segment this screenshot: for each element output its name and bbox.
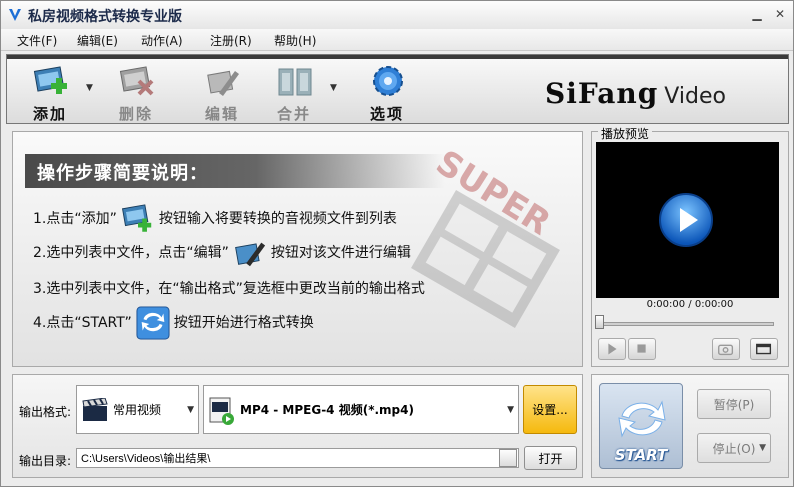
film-merge-icon [278, 68, 312, 96]
step-1: 1.点击“添加” 按钮输入将要转换的音视频文件到列表 [33, 202, 397, 236]
instructions-panel: SUPER 操作步骤简要说明： 1.点击“添加” 按钮输入将要转换的音视频文件到列… [12, 131, 583, 367]
add-label: 添加 [32, 105, 67, 123]
close-icon[interactable]: ✕ [771, 6, 789, 22]
chevron-down-icon[interactable]: ▼ [759, 443, 766, 453]
output-panel: 输出格式: 常用视频 ▼ MP4 - MPEG-4 视频(*.mp4) ▼ 设置… [12, 374, 583, 478]
play-button[interactable] [598, 338, 626, 360]
toolbar: 添加 ▼ 删除 编辑 合并 ▼ 选项 SiFang Video [6, 54, 789, 124]
step-4-text-a: 4.点击“START” [33, 315, 132, 331]
chevron-down-icon: ▼ [187, 404, 194, 415]
play-icon[interactable] [658, 192, 714, 248]
output-dir-input[interactable] [76, 448, 519, 468]
add-dropdown-icon[interactable]: ▼ [86, 83, 93, 93]
stop-button[interactable] [628, 338, 656, 360]
start-button[interactable]: START [599, 383, 683, 469]
step-3: 3.选中列表中文件，在“输出格式”复选框中更改当前的输出格式 [33, 281, 425, 297]
options-label: 选项 [369, 105, 404, 123]
format-select[interactable]: MP4 - MPEG-4 视频(*.mp4) ▼ [203, 385, 519, 434]
menu-bar: 文件(F) 编辑(E) 动作(A) 注册(R) 帮助(H) [1, 29, 793, 51]
menu-register[interactable]: 注册(R) [210, 32, 252, 49]
merge-dropdown-icon[interactable]: ▼ [330, 83, 337, 93]
open-folder-button[interactable]: 打开 [524, 446, 577, 470]
app-window: 私房视频格式转换专业版 ▁ ✕ 文件(F) 编辑(E) 动作(A) 注册(R) … [0, 0, 794, 487]
step-4-text-b: 按钮开始进行格式转换 [173, 315, 314, 331]
start-label: START [614, 446, 668, 464]
preview-panel: 播放预览 0:00:00 / 0:00:00 [591, 125, 789, 367]
step-1-text-a: 1.点击“添加” [33, 211, 117, 227]
menu-file[interactable]: 文件(F) [17, 32, 57, 49]
settings-button[interactable]: 设置... [523, 385, 577, 434]
film-delete-icon [119, 66, 154, 96]
film-add-icon [121, 204, 152, 232]
preview-label: 播放预览 [598, 125, 653, 142]
output-dir-label: 输出目录: [19, 454, 72, 468]
clapboard-icon [82, 398, 108, 421]
menu-action[interactable]: 动作(A) [141, 32, 183, 49]
title-bar: 私房视频格式转换专业版 ▁ ✕ [1, 1, 793, 29]
seek-thumb[interactable] [595, 315, 604, 329]
browse-folder-button[interactable] [499, 449, 517, 467]
video-screen[interactable] [596, 142, 779, 298]
film-add-icon [33, 66, 67, 94]
edit-pen-icon [234, 242, 265, 267]
control-panel: START 暂停(P) 停止(O) ▼ [591, 374, 789, 478]
step-1-text-b: 按钮输入将要转换的音视频文件到列表 [158, 211, 397, 227]
pause-button[interactable]: 暂停(P) [697, 389, 771, 419]
edit-pen-icon [207, 70, 239, 96]
fullscreen-button[interactable] [750, 338, 778, 360]
time-readout: 0:00:00 / 0:00:00 [646, 299, 734, 310]
delete-button[interactable]: 删除 [101, 63, 171, 123]
play-small-icon [608, 343, 617, 355]
add-button[interactable]: 添加 [15, 63, 85, 123]
step-2-text-b: 按钮对该文件进行编辑 [270, 245, 411, 261]
snapshot-button[interactable] [712, 338, 740, 360]
seek-bar[interactable] [598, 322, 774, 326]
window-title: 私房视频格式转换专业版 [28, 9, 182, 25]
minimize-icon[interactable]: ▁ [748, 6, 766, 22]
chevron-down-icon: ▼ [507, 404, 514, 415]
category-value: 常用视频 [113, 403, 162, 417]
brand-name: SiFang [545, 77, 659, 110]
step-2: 2.选中列表中文件，点击“编辑” 按钮对该文件进行编辑 [33, 236, 411, 270]
format-value: MP4 - MPEG-4 视频(*.mp4) [240, 403, 414, 417]
stop-label: 停止(O) [712, 441, 756, 456]
step-4: 4.点击“START” 按钮开始进行格式转换 [33, 306, 314, 340]
category-select[interactable]: 常用视频 ▼ [76, 385, 199, 434]
stop-small-icon [637, 344, 646, 353]
edit-button[interactable]: 编辑 [187, 63, 257, 123]
delete-label: 删除 [118, 105, 153, 123]
brand-suffix: Video [664, 84, 726, 109]
options-button[interactable]: 选项 [352, 63, 422, 123]
step-2-text-a: 2.选中列表中文件，点击“编辑” [33, 245, 229, 261]
convert-arrows-icon [618, 400, 666, 438]
merge-label: 合并 [276, 105, 311, 123]
gear-icon [373, 66, 403, 96]
stop-convert-button[interactable]: 停止(O) ▼ [697, 433, 771, 463]
steps-title: 操作步骤简要说明： [25, 154, 445, 188]
app-logo-icon [9, 9, 21, 21]
output-format-label: 输出格式: [19, 405, 72, 419]
camera-icon [718, 344, 734, 356]
brand-logo: SiFang Video [545, 77, 726, 110]
start-convert-icon [136, 306, 170, 340]
mp4-file-icon [209, 397, 234, 425]
edit-label: 编辑 [204, 105, 239, 123]
menu-help[interactable]: 帮助(H) [274, 32, 316, 49]
menu-edit[interactable]: 编辑(E) [77, 32, 118, 49]
fullscreen-icon [756, 343, 772, 355]
merge-button[interactable]: 合并 [259, 63, 329, 123]
